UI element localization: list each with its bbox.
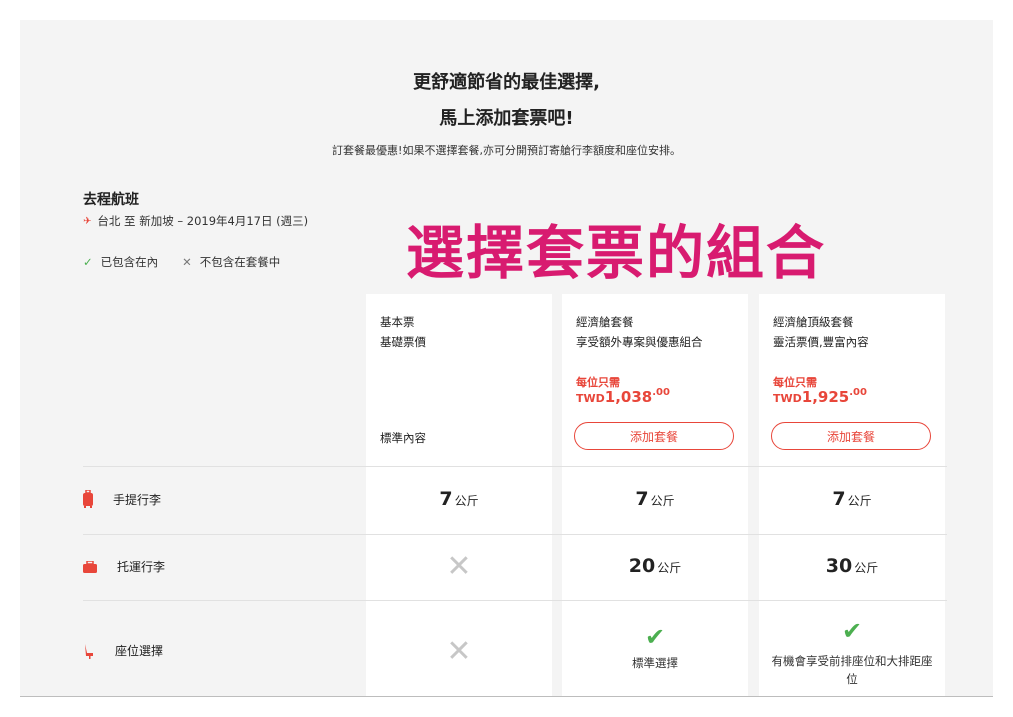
row-label-carry-on: 手提行李: [83, 490, 161, 508]
checked-bag-icon: [83, 560, 97, 573]
cell-unit: 公斤: [657, 561, 682, 575]
price-amount: 1,038: [604, 388, 653, 406]
cell-carry-on-premium: 7 公斤: [759, 488, 945, 510]
flight-title: 去程航班: [83, 192, 139, 208]
cell-seat-premium: ✔ 有機會享受前排座位和大排距座位: [759, 618, 945, 688]
cell-checked-bag-premium: 30 公斤: [759, 555, 945, 577]
plan-standard: 標準內容: [380, 431, 426, 445]
cell-text: 標準選擇: [632, 656, 678, 670]
cell-carry-on-basic: 7 公斤: [366, 488, 552, 510]
excluded-cross-icon: ✕: [446, 634, 472, 669]
add-bundle-button-premium[interactable]: 添加套餐: [771, 422, 931, 450]
row-label-text: 托運行李: [117, 560, 166, 574]
plan-name: 經濟艙頂級套餐: [773, 315, 854, 329]
plan-desc: 靈活票價,豐富內容: [773, 335, 869, 349]
overlay-annotation: 選擇套票的組合: [406, 219, 827, 287]
headline-line1: 更舒適節省的最佳選擇,: [413, 72, 600, 93]
included-check-icon: ✔: [644, 623, 666, 651]
plane-icon: ✈: [83, 215, 92, 227]
carry-on-bag-icon: [83, 490, 93, 508]
legend-included: 已包含在內: [100, 255, 159, 269]
cell-unit: 公斤: [847, 494, 872, 508]
plan-price: TWD1,038.00: [576, 387, 670, 406]
row-label-text: 座位選擇: [115, 644, 164, 658]
cell-value: 7: [832, 488, 846, 510]
price-amount: 1,925: [801, 388, 850, 406]
cell-seat-economy: ✔ 標準選擇: [562, 624, 748, 672]
cell-unit: 公斤: [650, 494, 675, 508]
legend: ✓ 已包含在內 ✕ 不包含在套餐中: [83, 254, 280, 270]
seat-icon: [85, 643, 93, 659]
cell-checked-bag-economy: 20 公斤: [562, 555, 748, 577]
cell-value: 20: [628, 555, 656, 577]
price-currency: TWD: [773, 392, 802, 405]
price-decimals: .00: [652, 387, 670, 398]
cell-value: 7: [635, 488, 649, 510]
flight-route: ✈ 台北 至 新加坡 – 2019年4月17日 (週三): [83, 213, 308, 229]
add-bundle-button-economy[interactable]: 添加套餐: [574, 422, 734, 450]
included-check-icon: ✔: [841, 617, 863, 645]
cross-icon: ✕: [182, 255, 192, 269]
plan-name: 經濟艙套餐: [576, 315, 634, 329]
check-icon: ✓: [83, 255, 93, 269]
legend-excluded: 不包含在套餐中: [199, 255, 281, 269]
excluded-cross-icon: ✕: [446, 549, 472, 584]
row-label-checked-bag: 托運行李: [83, 558, 165, 575]
row-divider: [83, 466, 947, 467]
plan-name: 基本票: [380, 315, 415, 329]
row-label-text: 手提行李: [113, 492, 162, 507]
plan-desc: 基礎票價: [380, 335, 426, 349]
row-divider: [83, 534, 947, 535]
row-divider: [83, 600, 947, 601]
row-label-seat: 座位選擇: [83, 642, 163, 659]
cell-unit: 公斤: [454, 494, 479, 508]
headline-line2: 馬上添加套票吧!: [439, 108, 574, 129]
subtitle: 訂套餐最優惠!如果不選擇套餐,亦可分開預訂寄艙行李額度和座位安排。: [332, 144, 681, 157]
cell-unit: 公斤: [854, 561, 879, 575]
price-decimals: .00: [849, 387, 867, 398]
price-currency: TWD: [576, 392, 605, 405]
cell-value: 30: [825, 555, 853, 577]
plan-desc: 享受額外專案與優惠組合: [576, 335, 703, 349]
cell-text: 有機會享受前排座位和大排距座位: [771, 654, 933, 686]
plan-price: TWD1,925.00: [773, 387, 867, 406]
route-text: 台北 至 新加坡 – 2019年4月17日 (週三): [97, 214, 309, 228]
cell-carry-on-economy: 7 公斤: [562, 488, 748, 510]
cell-checked-bag-basic: ✕: [366, 552, 552, 582]
cell-value: 7: [439, 488, 453, 510]
cell-seat-basic: ✕: [366, 637, 552, 667]
bundle-panel: 更舒適節省的最佳選擇, 馬上添加套票吧! 訂套餐最優惠!如果不選擇套餐,亦可分開…: [20, 20, 993, 697]
